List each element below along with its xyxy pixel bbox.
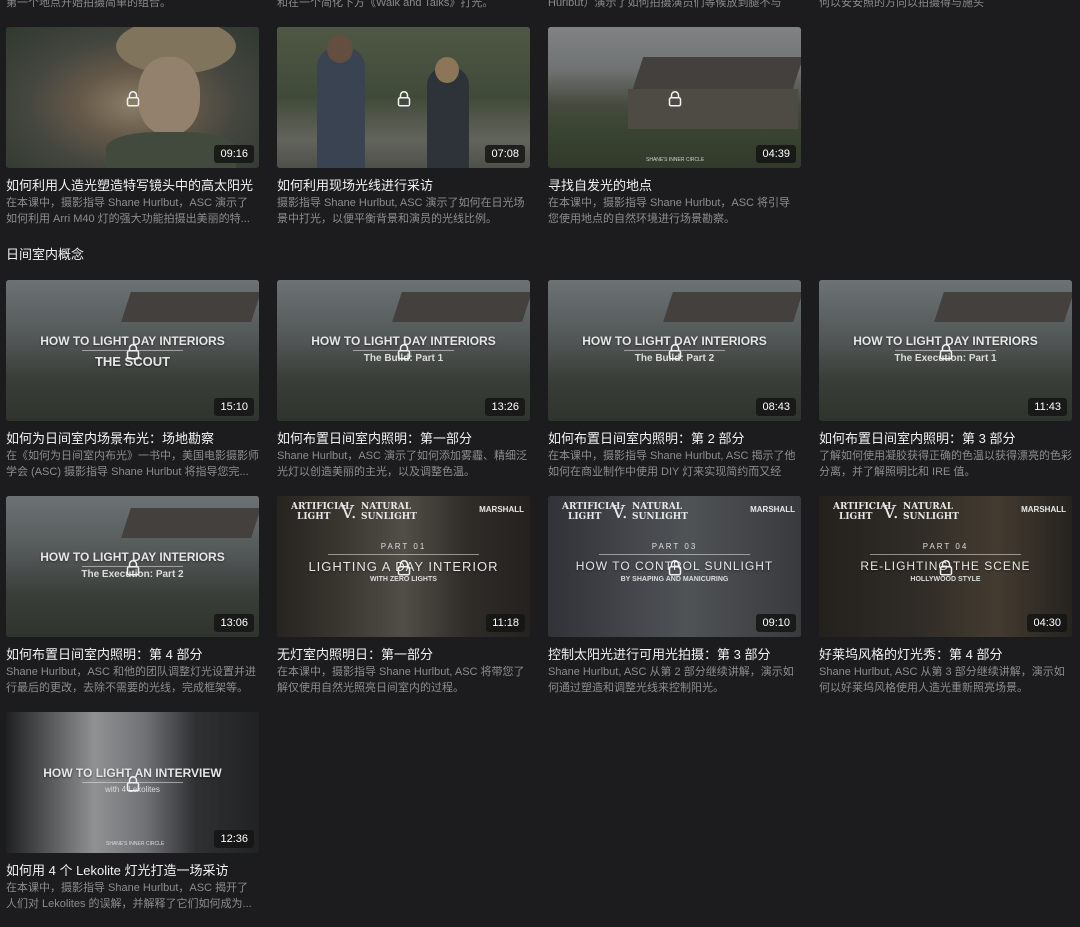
- lesson-description: 在本课中，摄影指导 Shane Hurlbut, ASC 揭示了他如何在商业制作…: [548, 450, 796, 478]
- series-right-label: NATURAL SUNLIGHT: [361, 502, 417, 522]
- lock-icon: [126, 343, 139, 360]
- lock-icon: [668, 90, 681, 107]
- duration-badge: 07:08: [485, 145, 525, 163]
- thumbnail-watermark: SHANE'S INNER CIRCLE: [106, 841, 165, 847]
- lesson-title[interactable]: 如何用 4 个 Lekolite 灯光打造一场采访: [6, 863, 259, 879]
- lesson-card[interactable]: SHANE'S INNER CIRCLE 04:39 寻找自发光的地点 在本课中…: [548, 27, 801, 227]
- overlay-divider: [327, 554, 480, 555]
- lesson-card[interactable]: HOW TO LIGHT AN INTERVIEW with 4 Lekolit…: [6, 712, 259, 912]
- previous-desc-4: 何以安安照的方向以拍摄得与施头: [819, 0, 984, 9]
- lesson-card[interactable]: HOW TO LIGHT DAY INTERIORS The Execution…: [819, 280, 1072, 480]
- lesson-description: 了解如何使用凝胶获得正确的色温以获得漂亮的色彩分离，并了解照明比和 IRE 值。: [819, 450, 1072, 478]
- lesson-description: 在本课中，摄影指导 Shane Hurlbut，ASC 演示了如何利用 Arri…: [6, 197, 250, 225]
- lesson-title[interactable]: 如何为日间室内场景布光：场地勘察: [6, 431, 259, 447]
- lesson-description: Shane Hurlbut，ASC 和他的团队调整灯光设置并进行最后的更改，去除…: [6, 666, 256, 694]
- thumbnail-watermark: SHANE'S INNER CIRCLE: [646, 157, 705, 163]
- brand-logo: MARSHALL: [750, 505, 795, 514]
- lesson-thumbnail[interactable]: HOW TO LIGHT DAY INTERIORS The Build: Pa…: [277, 280, 530, 421]
- lock-icon: [126, 775, 139, 792]
- lesson-thumbnail[interactable]: ARTIFICIAL LIGHT V. NATURAL SUNLIGHT MARSH…: [277, 496, 530, 637]
- series-versus: V.: [883, 502, 899, 523]
- duration-badge: 09:16: [214, 145, 254, 163]
- lesson-card[interactable]: 09:16 如何利用人造光塑造特写镜头中的高太阳光 在本课中，摄影指导 Shan…: [6, 27, 259, 227]
- lesson-card[interactable]: ARTIFICIAL LIGHT V. NATURAL SUNLIGHT MARSH…: [819, 496, 1072, 696]
- lesson-description: 在本课中，摄影指导 Shane Hurlbut, ASC 将带您了解仅使用自然光…: [277, 666, 525, 694]
- lesson-title[interactable]: 如何布置日间室内照明：第 3 部分: [819, 431, 1072, 447]
- lesson-title[interactable]: 无灯室内照明日：第一部分: [277, 647, 530, 663]
- lesson-title[interactable]: 如何利用人造光塑造特写镜头中的高太阳光: [6, 178, 259, 194]
- lesson-card[interactable]: ARTIFICIAL LIGHT V. NATURAL SUNLIGHT MARSH…: [277, 496, 530, 696]
- duration-badge: 04:30: [1027, 614, 1067, 632]
- duration-badge: 12:36: [214, 830, 254, 848]
- part-label: PART 01: [380, 542, 427, 551]
- previous-row-descriptions: 第一个地点开始拍摄简单的组合。 和在一个简化下方《Walk and Talks》…: [0, 0, 1080, 10]
- lesson-card[interactable]: ARTIFICIAL LIGHT V. NATURAL SUNLIGHT MARSH…: [548, 496, 801, 696]
- lesson-thumbnail[interactable]: 07:08: [277, 27, 530, 168]
- lesson-description: 在本课中，摄影指导 Shane Hurlbut，ASC 揭开了人们对 Lekol…: [6, 882, 252, 910]
- previous-desc-3: Hurlbut）演示了如何拍摄演员们等候放到腿不与: [548, 0, 782, 9]
- lesson-description: 在本课中，摄影指导 Shane Hurlbut，ASC 将引导您使用地点的自然环…: [548, 197, 791, 225]
- lesson-card[interactable]: HOW TO LIGHT DAY INTERIORS The Build: Pa…: [277, 280, 530, 480]
- thumbnail-overlay-subtitle: BY SHAPING AND MANICURING: [620, 576, 729, 583]
- lesson-description: Shane Hurlbut，ASC 演示了如何添加雾霾、精细泛光灯以创造美丽的主…: [277, 450, 527, 478]
- lock-icon: [397, 90, 410, 107]
- brand-logo: MARSHALL: [1021, 505, 1066, 514]
- lesson-title[interactable]: 如何利用现场光线进行采访: [277, 178, 530, 194]
- part-label: PART 04: [922, 542, 969, 551]
- lesson-title[interactable]: 寻找自发光的地点: [548, 178, 801, 194]
- lesson-card[interactable]: HOW TO LIGHT DAY INTERIORS THE SCOUT 15:…: [6, 280, 259, 480]
- brand-logo: MARSHALL: [479, 505, 524, 514]
- part-label: PART 03: [651, 542, 698, 551]
- lock-icon: [397, 343, 410, 360]
- thumbnail-overlay-subtitle: WITH ZERO LIGHTS: [370, 576, 437, 583]
- series-right-label: NATURAL SUNLIGHT: [903, 502, 959, 522]
- lesson-description: 摄影指导 Shane Hurlbut, ASC 演示了如何在日光场景中打光，以便…: [277, 197, 525, 225]
- lesson-title[interactable]: 如何布置日间室内照明：第 4 部分: [6, 647, 259, 663]
- lock-icon: [668, 559, 681, 576]
- lesson-thumbnail[interactable]: SHANE'S INNER CIRCLE 04:39: [548, 27, 801, 168]
- lesson-description: Shane Hurlbut, ASC 从第 3 部分继续讲解，演示如何以好莱坞风…: [819, 666, 1065, 694]
- duration-badge: 13:06: [214, 614, 254, 632]
- duration-badge: 11:43: [1028, 398, 1067, 416]
- overlay-divider: [598, 554, 751, 555]
- series-versus: V.: [341, 502, 357, 523]
- series-versus: V.: [612, 502, 628, 523]
- lesson-thumbnail[interactable]: HOW TO LIGHT DAY INTERIORS The Execution…: [6, 496, 259, 637]
- lesson-thumbnail[interactable]: HOW TO LIGHT DAY INTERIORS The Execution…: [819, 280, 1072, 421]
- lesson-description: 在《如何为日间室内布光》一书中，美国电影摄影师学会 (ASC) 摄影指导 Sha…: [6, 450, 259, 478]
- lesson-card[interactable]: 07:08 如何利用现场光线进行采访 摄影指导 Shane Hurlbut, A…: [277, 27, 530, 227]
- lesson-thumbnail[interactable]: ARTIFICIAL LIGHT V. NATURAL SUNLIGHT MARSH…: [819, 496, 1072, 637]
- lesson-thumbnail[interactable]: HOW TO LIGHT DAY INTERIORS THE SCOUT 15:…: [6, 280, 259, 421]
- duration-badge: 04:39: [756, 145, 796, 163]
- duration-badge: 09:10: [756, 614, 796, 632]
- lesson-title[interactable]: 控制太阳光进行可用光拍摄：第 3 部分: [548, 647, 801, 663]
- lock-icon: [939, 343, 952, 360]
- lesson-description: Shane Hurlbut, ASC 从第 2 部分继续讲解，演示如何通过塑造和…: [548, 666, 794, 694]
- lock-icon: [397, 559, 410, 576]
- lesson-title[interactable]: 如何布置日间室内照明：第 2 部分: [548, 431, 801, 447]
- lock-icon: [126, 559, 139, 576]
- duration-badge: 11:18: [486, 614, 525, 632]
- lesson-title[interactable]: 如何布置日间室内照明：第一部分: [277, 431, 530, 447]
- series-right-label: NATURAL SUNLIGHT: [632, 502, 688, 522]
- duration-badge: 15:10: [214, 398, 254, 416]
- lesson-thumbnail[interactable]: ARTIFICIAL LIGHT V. NATURAL SUNLIGHT MARSH…: [548, 496, 801, 637]
- lock-icon: [126, 90, 139, 107]
- lesson-card[interactable]: HOW TO LIGHT DAY INTERIORS The Execution…: [6, 496, 259, 696]
- duration-badge: 08:43: [756, 398, 796, 416]
- thumbnail-overlay-subtitle: HOLLYWOOD STYLE: [910, 576, 981, 583]
- lesson-thumbnail[interactable]: HOW TO LIGHT AN INTERVIEW with 4 Lekolit…: [6, 712, 259, 853]
- lesson-title[interactable]: 好莱坞风格的灯光秀：第 4 部分: [819, 647, 1072, 663]
- previous-desc-2: 和在一个简化下方《Walk and Talks》打光。: [277, 0, 494, 9]
- lesson-thumbnail[interactable]: HOW TO LIGHT DAY INTERIORS The Build: Pa…: [548, 280, 801, 421]
- section-title: 日间室内概念: [6, 247, 85, 262]
- lesson-thumbnail[interactable]: 09:16: [6, 27, 259, 168]
- lesson-card[interactable]: HOW TO LIGHT DAY INTERIORS The Build: Pa…: [548, 280, 801, 480]
- lock-icon: [668, 343, 681, 360]
- previous-desc-1: 第一个地点开始拍摄简单的组合。: [6, 0, 171, 9]
- duration-badge: 13:26: [485, 398, 525, 416]
- overlay-divider: [869, 554, 1022, 555]
- lock-icon: [939, 559, 952, 576]
